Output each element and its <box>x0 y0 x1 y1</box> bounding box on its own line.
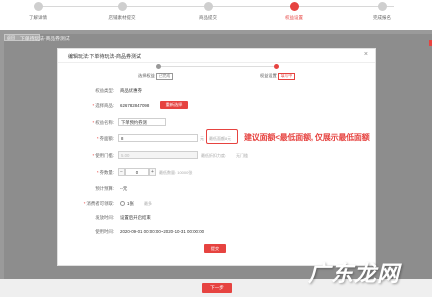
modal-steps-line <box>158 66 276 67</box>
modal-step-1: 选择权益 已完成 <box>138 73 173 80</box>
threshold-label-text: 使用门槛: <box>95 153 114 158</box>
decrement-button[interactable]: − <box>118 168 125 176</box>
increment-button[interactable]: + <box>149 168 156 176</box>
modal-title: 编辑玩法:下单待玩法-商品券测试 <box>68 54 142 60</box>
issue-time-value: 设置后开启结束 <box>120 215 151 220</box>
close-icon[interactable]: × <box>364 51 368 58</box>
step-label-3: 商品提交 <box>199 15 217 20</box>
face-value-label-text: 券面额: <box>99 136 114 141</box>
name-input[interactable]: 下单预约券测 <box>118 118 166 126</box>
modal-header: 编辑玩法:下单待玩法-商品券测试 × <box>58 49 375 63</box>
limit-hint: 最多 <box>144 201 152 206</box>
budget-value: --元 <box>120 186 128 191</box>
threshold-hint-2: 无门槛 <box>236 153 248 158</box>
face-unit: 元 <box>200 136 204 141</box>
submit-button[interactable]: 提交 <box>204 244 226 253</box>
select-product-label-text: 选择商品: <box>95 103 114 108</box>
step-node-2 <box>118 2 127 11</box>
watermark: 广东龙网 <box>308 261 401 286</box>
step-label-5: 完成报名 <box>373 15 391 20</box>
type-value: 商品优惠券 <box>120 88 142 93</box>
progress-steps: 了解详情 店铺素材提交 商品提交 权益设置 完成报名 <box>0 0 432 30</box>
modal-step-2-label: 权益设置 <box>260 73 277 78</box>
name-label: *权益名称: <box>92 120 114 125</box>
limit-radio[interactable] <box>120 201 125 206</box>
threshold-label: *使用门槛: <box>92 153 114 158</box>
edit-modal: 编辑玩法:下单待玩法-商品券测试 × 选择权益 已完成 权益设置 填写中 权益类型:… <box>57 48 376 266</box>
limit-label: *消费者可领取: <box>83 201 114 206</box>
name-label-text: 权益名称: <box>95 120 114 125</box>
budget-label: 预计预算: <box>95 186 114 191</box>
highlight-box <box>206 129 238 144</box>
modal-step-dot-2 <box>274 64 279 69</box>
product-id: 626782847098 <box>120 103 150 108</box>
select-product-label: *选择商品: <box>92 103 114 108</box>
annotation-text: 建议面额<最低面额, 仅展示最低面额 <box>244 133 370 142</box>
step-node-4 <box>290 2 299 11</box>
period-label: 使用时间: <box>95 229 114 234</box>
period-value: 2020-09-01 00:00:00~2020-10-31 00:00:00 <box>120 229 205 234</box>
step-label-2: 店铺素材提交 <box>108 15 136 20</box>
step-label-1: 了解详情 <box>29 15 47 20</box>
issue-time-label: 发放时间: <box>95 215 114 220</box>
face-value-input[interactable]: 8 <box>118 134 198 142</box>
status-badge-editing: 填写中 <box>278 73 295 80</box>
page-title: 下单待玩法-商品券测试 <box>20 37 70 42</box>
limit-label-text: 消费者可领取: <box>86 201 114 206</box>
modal-step-2: 权益设置 填写中 <box>260 73 295 80</box>
step-node-5 <box>378 2 387 11</box>
step-label-4: 权益设置 <box>285 15 303 20</box>
type-label: 权益类型: <box>95 88 114 93</box>
count-label: *券数量: <box>96 170 114 175</box>
limit-value: 1张 <box>127 201 134 206</box>
modal-step-dot-1 <box>156 64 161 69</box>
step-node-1 <box>34 2 43 11</box>
count-hint: 最低数量: 10000张 <box>159 170 193 175</box>
next-step-button[interactable]: 下一步 <box>202 283 232 293</box>
threshold-hint: 最低折扣力度: <box>201 153 227 158</box>
face-value-label: *券面额: <box>96 136 114 141</box>
modal-step-1-label: 选择权益 <box>138 73 155 78</box>
steps-line <box>38 6 394 7</box>
count-label-text: 券数量: <box>99 170 114 175</box>
count-input[interactable]: 0 <box>125 168 149 176</box>
status-badge-done: 已完成 <box>156 73 173 80</box>
step-node-3 <box>204 2 213 11</box>
reselect-button[interactable]: 重新选择 <box>160 101 188 109</box>
threshold-input: 5.00 <box>118 151 198 159</box>
